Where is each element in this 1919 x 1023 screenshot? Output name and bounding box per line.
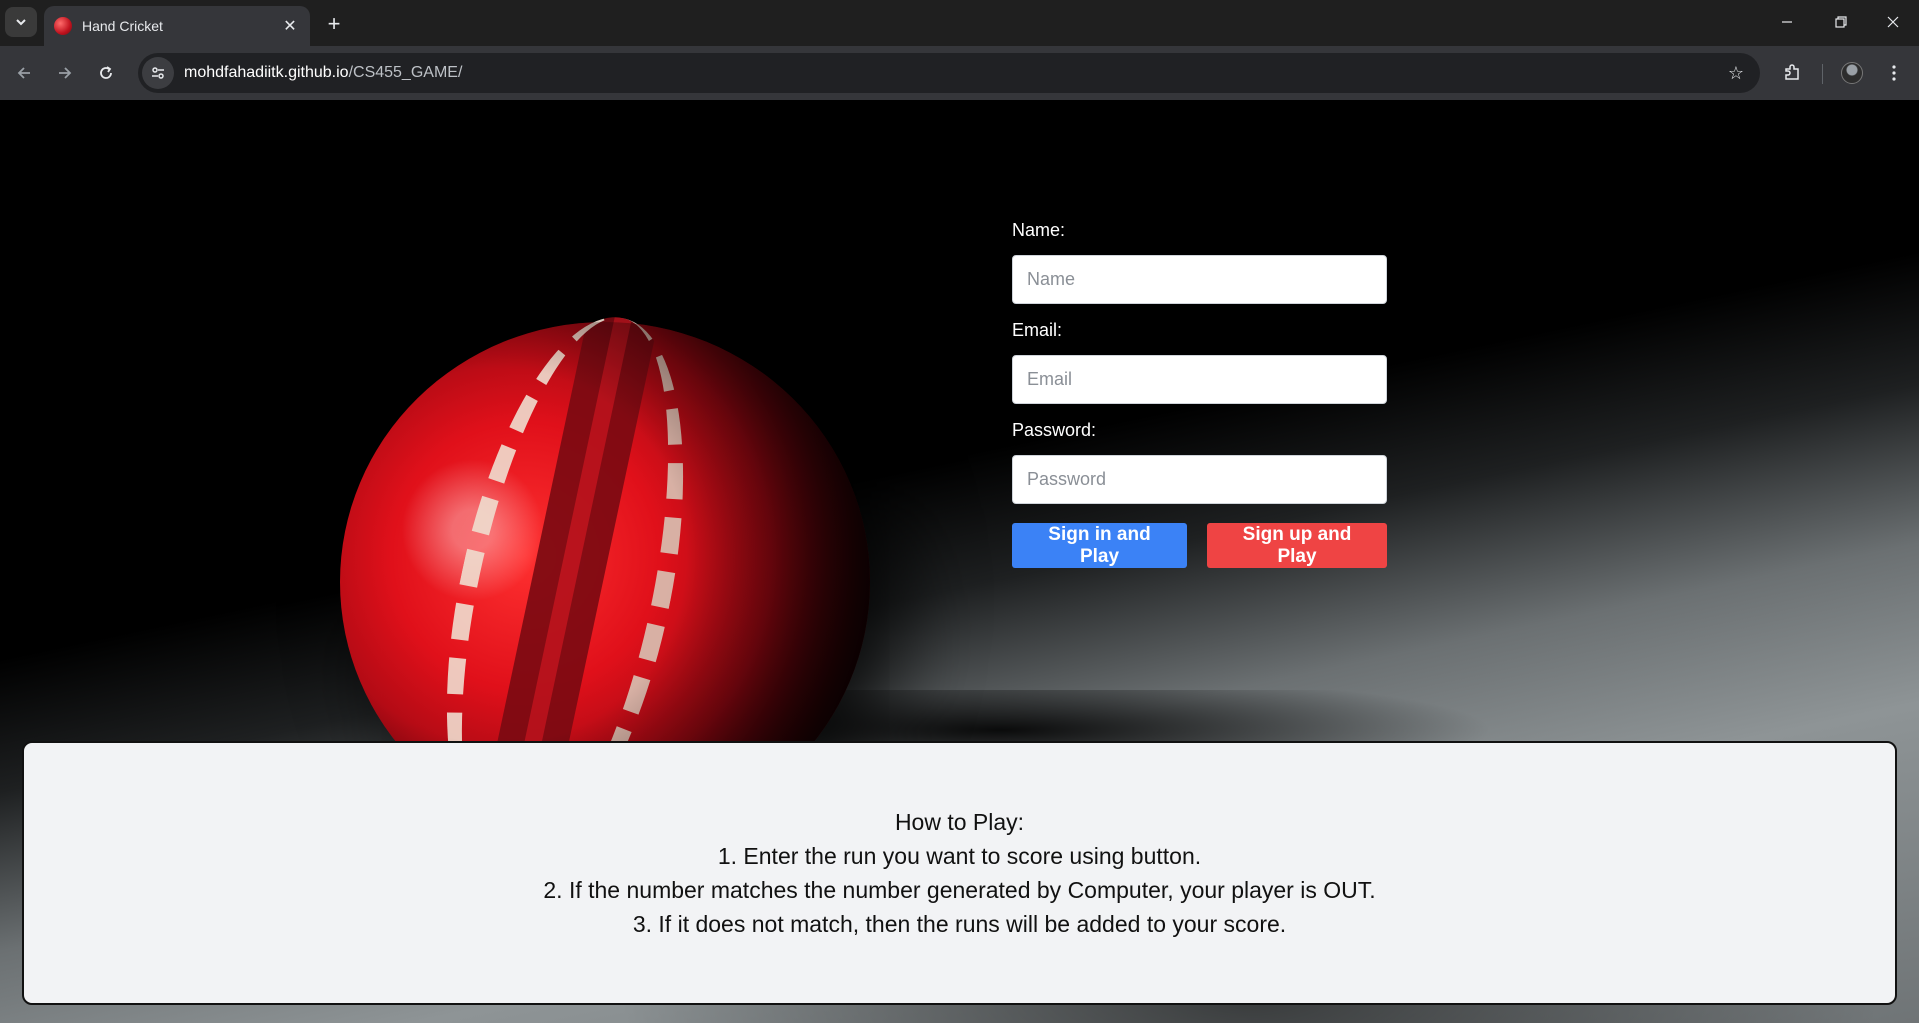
close-tab-icon[interactable]: ✕ — [280, 16, 300, 36]
reload-icon — [100, 66, 112, 79]
email-input[interactable] — [1012, 355, 1387, 404]
chevron-down-icon — [16, 19, 26, 26]
name-label: Name: — [1012, 220, 1066, 240]
how-to-play-step: 2. If the number matches the number gene… — [543, 877, 1376, 903]
how-to-play-title: How to Play: — [894, 809, 1025, 835]
forward-button[interactable] — [49, 57, 81, 89]
close-window-icon[interactable] — [1866, 0, 1919, 44]
how-to-play-step: 1. Enter the run you want to score using… — [717, 843, 1202, 869]
extensions-icon[interactable] — [1776, 57, 1808, 89]
url-host: mohdfahadiitk.github.io — [184, 64, 349, 81]
password-input[interactable] — [1012, 455, 1387, 504]
form-buttons: Sign in and Play Sign up and Play — [1012, 523, 1387, 568]
url-text: mohdfahadiitk.github.io/CS455_GAME/ — [184, 64, 1720, 82]
name-input[interactable] — [1012, 255, 1387, 304]
how-to-play-step: 3. If it does not match, then the runs w… — [632, 911, 1287, 937]
toolbar-separator — [1822, 64, 1823, 84]
menu-icon[interactable] — [1878, 57, 1910, 89]
tab-title: Hand Cricket — [82, 18, 163, 34]
profile-avatar[interactable] — [1836, 57, 1868, 89]
arrow-right-icon — [59, 67, 72, 79]
browser-toolbar: mohdfahadiitk.github.io/CS455_GAME/ ☆ — [0, 46, 1919, 100]
avatar-icon — [1841, 62, 1863, 84]
tab-strip: Hand Cricket ✕ + — [0, 0, 1919, 46]
page-viewport: Name: Email: Password: Sign in and Play … — [0, 100, 1919, 1023]
minimize-icon[interactable] — [1760, 0, 1814, 44]
arrow-left-icon — [17, 67, 30, 79]
restore-icon[interactable] — [1814, 0, 1868, 44]
tab-search-button[interactable] — [5, 7, 37, 37]
sign-in-button[interactable]: Sign in and Play — [1012, 523, 1187, 568]
tune-icon — [152, 67, 164, 79]
cricket-ball-favicon-icon — [54, 17, 72, 35]
url-path: /CS455_GAME/ — [348, 64, 463, 81]
reload-button[interactable] — [90, 57, 122, 89]
email-label: Email: — [1012, 320, 1063, 340]
password-label: Password: — [1012, 420, 1097, 440]
site-info-button[interactable] — [142, 57, 174, 89]
login-form: Name: Email: Password: Sign in and Play … — [1012, 220, 1387, 568]
address-bar[interactable]: mohdfahadiitk.github.io/CS455_GAME/ ☆ — [138, 53, 1760, 93]
sign-up-button[interactable]: Sign up and Play — [1207, 523, 1387, 568]
bookmark-star-icon[interactable]: ☆ — [1720, 57, 1752, 89]
new-tab-button[interactable]: + — [320, 10, 348, 38]
back-button[interactable] — [8, 57, 40, 89]
how-to-play-panel: How to Play: 1. Enter the run you want t… — [22, 741, 1897, 1005]
browser-tab[interactable]: Hand Cricket ✕ — [44, 6, 310, 46]
